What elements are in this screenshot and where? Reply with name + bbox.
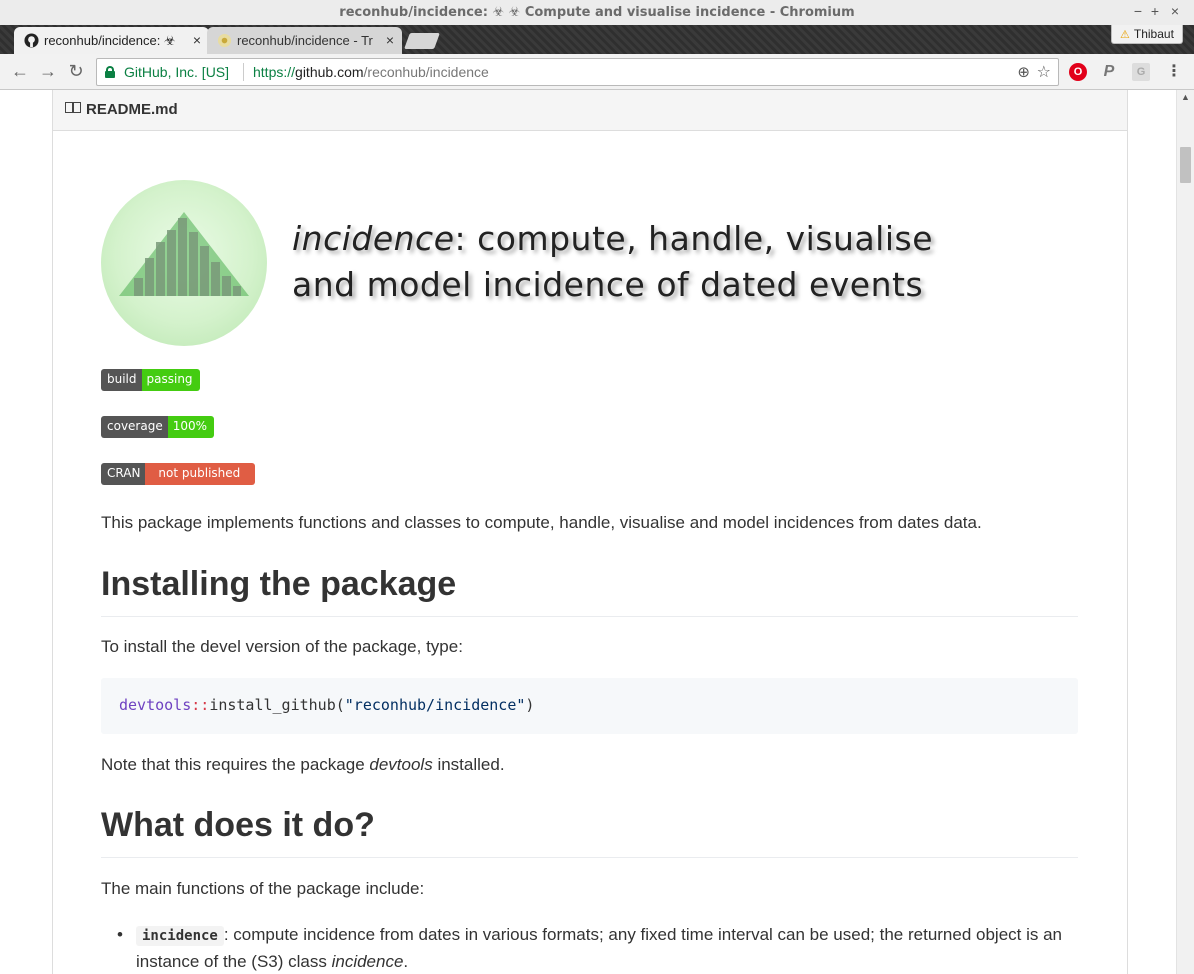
build-badge[interactable]: build passing [101,369,200,391]
histogram-logo-icon [119,212,249,296]
scrollbar-thumb[interactable] [1180,147,1191,183]
readme-header: README.md [53,90,1127,131]
lock-icon [105,66,115,78]
scroll-up-arrow-icon[interactable]: ▲ [1181,92,1190,102]
github-icon [24,33,39,48]
tab-strip: reconhub/incidence: ☣ × reconhub/inciden… [0,25,1194,54]
profile-name: Thibaut [1133,27,1174,41]
main-functions-paragraph: The main functions of the package includ… [101,879,425,898]
flower-icon [217,33,232,48]
readme-filename[interactable]: README.md [86,101,178,118]
url-text[interactable]: https://github.com/reconhub/incidence [253,64,489,80]
tab-incidence-trello[interactable]: reconhub/incidence - Tr × [207,27,402,54]
minimize-button[interactable]: − [1129,3,1147,19]
vertical-scrollbar[interactable]: ▲ [1176,90,1194,974]
gray-extension-icon[interactable]: G [1132,63,1150,81]
page-content: README.md incidence: compute, handle, vi… [0,90,1176,974]
code-block[interactable]: devtools::install_github("reconhub/incid… [101,678,1078,734]
install-paragraph: To install the devel version of the pack… [101,637,463,656]
forward-button[interactable]: → [36,60,60,84]
bookmark-star-icon[interactable]: ☆ [1037,62,1051,82]
reload-button[interactable]: ↻ [64,60,88,84]
tab-title: reconhub/incidence - Tr [237,33,373,48]
readme-box: README.md incidence: compute, handle, vi… [52,90,1128,974]
menu-icon[interactable]: ⋮ [1165,63,1183,81]
cran-badge[interactable]: CRAN not published [101,463,256,485]
address-bar[interactable]: GitHub, Inc. [US] https://github.com/rec… [96,58,1059,86]
site-identity[interactable]: GitHub, Inc. [US] [124,64,229,80]
warning-icon: ⚠ [1120,29,1130,41]
back-button[interactable]: ← [8,60,32,84]
new-tab-button[interactable] [404,33,440,49]
opera-extension-icon[interactable]: O [1069,63,1087,81]
close-window-button[interactable]: × [1166,3,1184,19]
heading-installing: Installing the package [101,565,1078,617]
browser-toolbar: ← → ↻ GitHub, Inc. [US] https://github.c… [0,54,1194,90]
logo-title: incidence: compute, handle, visualise an… [292,219,933,304]
heading-what-does-it-do: What does it do? [101,806,1078,858]
zoom-icon[interactable]: ⊕ [1017,63,1030,81]
close-tab-icon[interactable]: × [193,32,201,48]
window-title: reconhub/incidence: ☣ ☣ Compute and visu… [339,5,855,20]
tab-title: reconhub/incidence: ☣ [44,33,176,48]
profile-button[interactable]: ⚠ Thibaut [1111,25,1183,44]
close-tab-icon[interactable]: × [386,32,394,48]
maximize-button[interactable]: + [1146,3,1164,19]
intro-paragraph: This package implements functions and cl… [101,513,982,532]
inline-code: incidence [136,926,224,946]
divider [243,63,244,81]
incidence-logo [101,180,267,346]
tab-github-incidence[interactable]: reconhub/incidence: ☣ × [14,27,209,54]
window-titlebar: reconhub/incidence: ☣ ☣ Compute and visu… [0,0,1194,26]
p-extension-icon[interactable]: P [1100,63,1118,81]
coverage-badge[interactable]: coverage 100% [101,416,215,438]
list-item: incidence: compute incidence from dates … [101,922,1081,974]
note-paragraph: Note that this requires the package devt… [101,755,505,774]
book-icon [65,102,81,113]
